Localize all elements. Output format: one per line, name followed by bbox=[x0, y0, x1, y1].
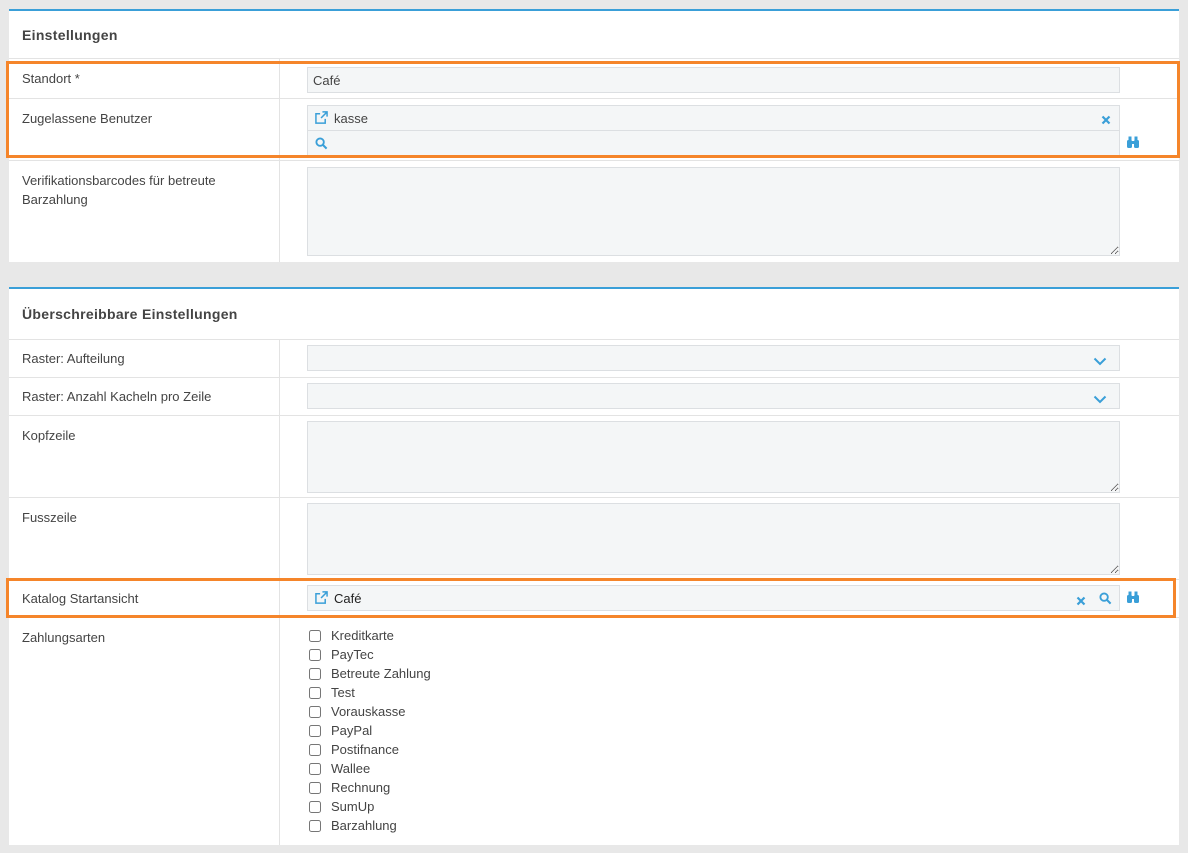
payment-option[interactable]: SumUp bbox=[309, 797, 431, 816]
location-label: Standort * bbox=[22, 71, 80, 86]
payment-checkbox[interactable] bbox=[309, 819, 321, 832]
payment-checkbox[interactable] bbox=[309, 800, 321, 813]
catalog-start-label: Katalog Startansicht bbox=[22, 591, 139, 606]
external-link-icon[interactable] bbox=[315, 591, 328, 607]
payment-option-label: Barzahlung bbox=[331, 818, 397, 833]
settings-title: Einstellungen bbox=[9, 11, 1179, 59]
search-icon bbox=[315, 137, 328, 153]
payment-checkbox[interactable] bbox=[309, 686, 321, 699]
payment-option[interactable]: Wallee bbox=[309, 759, 431, 778]
payment-option-label: Rechnung bbox=[331, 780, 391, 795]
header-row: Kopfzeile bbox=[9, 416, 1179, 498]
payment-option-label: PayTec bbox=[331, 647, 374, 662]
search-icon[interactable] bbox=[1099, 592, 1112, 608]
location-row: Standort * Café bbox=[9, 59, 1179, 99]
payment-option[interactable]: Kreditkarte bbox=[309, 626, 431, 645]
payment-option[interactable]: Betreute Zahlung bbox=[309, 664, 431, 683]
footer-label: Fusszeile bbox=[22, 510, 77, 525]
payment-option[interactable]: Vorauskasse bbox=[309, 702, 431, 721]
payment-option[interactable]: Test bbox=[309, 683, 431, 702]
settings-panel: Einstellungen Standort * Café Zugelassen… bbox=[9, 9, 1179, 262]
catalog-start-row: Katalog Startansicht Café bbox=[9, 580, 1179, 618]
external-link-icon[interactable] bbox=[315, 111, 328, 127]
payment-option[interactable]: Postifnance bbox=[309, 740, 431, 759]
grid-tiles-select[interactable] bbox=[307, 383, 1120, 409]
location-value: Café bbox=[313, 73, 341, 88]
binoculars-icon[interactable] bbox=[1126, 136, 1140, 152]
remove-icon[interactable] bbox=[1101, 113, 1111, 128]
payment-label: Zahlungsarten bbox=[22, 630, 106, 645]
allowed-users-row: Zugelassene Benutzer kasse bbox=[9, 99, 1179, 161]
payment-checkbox[interactable] bbox=[309, 743, 321, 756]
payment-option-label: PayPal bbox=[331, 723, 373, 738]
payment-options: Kreditkarte PayTec Betreute Zahlung Test Vor… bbox=[309, 626, 431, 835]
location-input[interactable]: Café bbox=[307, 67, 1120, 93]
payment-option-label: Kreditkarte bbox=[331, 628, 394, 643]
payment-option-label: Wallee bbox=[331, 761, 371, 776]
payment-option-label: Vorauskasse bbox=[331, 704, 406, 719]
payment-option-label: SumUp bbox=[331, 799, 375, 814]
chevron-down-icon bbox=[1093, 392, 1107, 407]
payment-row: Zahlungsarten Kreditkarte PayTec Betreute … bbox=[9, 618, 1179, 845]
payment-option-label: Postifnance bbox=[331, 742, 399, 757]
payment-option-label: Test bbox=[331, 685, 355, 700]
payment-checkbox[interactable] bbox=[309, 705, 321, 718]
grid-split-select[interactable] bbox=[307, 345, 1120, 371]
catalog-start-field: Café bbox=[307, 585, 1120, 611]
allowed-user-tag: kasse bbox=[307, 105, 1120, 131]
overridable-panel: Überschreibbare Einstellungen Raster: Au… bbox=[9, 287, 1179, 845]
binoculars-icon[interactable] bbox=[1126, 591, 1140, 607]
footer-textarea[interactable] bbox=[307, 503, 1120, 575]
payment-checkbox[interactable] bbox=[309, 781, 321, 794]
allowed-user-value: kasse bbox=[334, 111, 368, 126]
header-label: Kopfzeile bbox=[22, 428, 76, 443]
payment-checkbox[interactable] bbox=[309, 762, 321, 775]
footer-row: Fusszeile bbox=[9, 498, 1179, 580]
payment-option[interactable]: Rechnung bbox=[309, 778, 431, 797]
verification-row: Verifikationsbarcodes für betreute Barza… bbox=[9, 161, 1179, 262]
payment-checkbox[interactable] bbox=[309, 667, 321, 680]
chevron-down-icon bbox=[1093, 354, 1107, 369]
grid-tiles-label: Raster: Anzahl Kacheln pro Zeile bbox=[22, 389, 212, 404]
payment-option[interactable]: PayTec bbox=[309, 645, 431, 664]
catalog-start-value: Café bbox=[334, 591, 362, 606]
payment-checkbox[interactable] bbox=[309, 629, 321, 642]
remove-icon[interactable] bbox=[1076, 594, 1086, 609]
payment-option[interactable]: Barzahlung bbox=[309, 816, 431, 835]
grid-split-row: Raster: Aufteilung bbox=[9, 340, 1179, 378]
verification-label: Verifikationsbarcodes für betreute Barza… bbox=[22, 173, 216, 207]
verification-textarea[interactable] bbox=[307, 167, 1120, 256]
payment-option[interactable]: PayPal bbox=[309, 721, 431, 740]
payment-checkbox[interactable] bbox=[309, 648, 321, 661]
grid-tiles-row: Raster: Anzahl Kacheln pro Zeile bbox=[9, 378, 1179, 416]
user-search-input[interactable] bbox=[307, 130, 1120, 156]
payment-option-label: Betreute Zahlung bbox=[331, 666, 431, 681]
payment-checkbox[interactable] bbox=[309, 724, 321, 737]
overridable-title: Überschreibbare Einstellungen bbox=[9, 289, 1179, 340]
grid-split-label: Raster: Aufteilung bbox=[22, 351, 125, 366]
header-textarea[interactable] bbox=[307, 421, 1120, 493]
allowed-users-label: Zugelassene Benutzer bbox=[22, 111, 153, 126]
